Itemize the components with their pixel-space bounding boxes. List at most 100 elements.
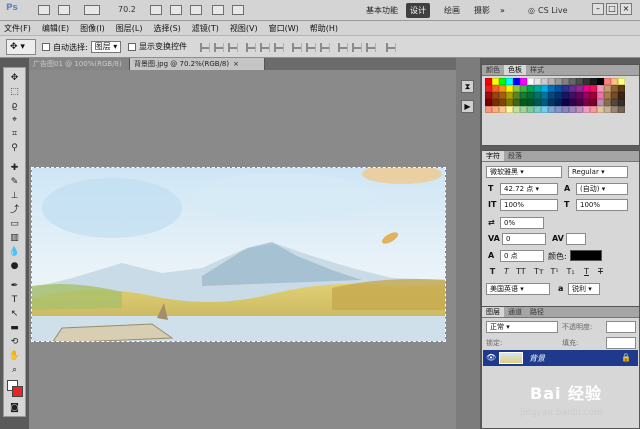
color-swatch[interactable] xyxy=(590,78,597,85)
color-swatch[interactable] xyxy=(513,78,520,85)
tab-paths[interactable]: 路径 xyxy=(526,307,548,317)
layer-row-background[interactable]: 👁 背景 🔒 xyxy=(483,350,638,366)
font-style-select[interactable]: Regular ▾ xyxy=(568,166,628,178)
color-swatch[interactable] xyxy=(590,99,597,106)
color-swatch[interactable] xyxy=(534,92,541,99)
tab-layers[interactable]: 图层 xyxy=(482,307,504,317)
color-swatch[interactable] xyxy=(534,85,541,92)
color-swatch[interactable] xyxy=(548,106,555,113)
color-swatch[interactable] xyxy=(569,85,576,92)
color-swatch[interactable] xyxy=(492,85,499,92)
lasso-tool-icon[interactable]: ϱ xyxy=(7,100,22,112)
strikethrough-button[interactable]: T xyxy=(596,267,605,277)
move-tool-icon[interactable]: ✥ xyxy=(7,72,22,84)
faux-bold-button[interactable]: T xyxy=(488,267,497,277)
baseline-shift-field[interactable]: 0 点 xyxy=(500,250,544,262)
auto-align-icon[interactable] xyxy=(386,43,396,52)
menu-help[interactable]: 帮助(H) xyxy=(310,23,338,34)
kerning-field[interactable]: 0 xyxy=(502,233,546,245)
color-swatch[interactable] xyxy=(485,85,492,92)
menu-select[interactable]: 选择(S) xyxy=(153,23,180,34)
dodge-tool-icon[interactable]: ● xyxy=(7,260,22,272)
color-swatch[interactable] xyxy=(562,92,569,99)
hand-tool-icon[interactable] xyxy=(150,5,162,15)
distribute-left-icon[interactable] xyxy=(338,43,348,52)
foreground-color-swatch[interactable] xyxy=(12,386,23,397)
color-swatch[interactable] xyxy=(548,85,555,92)
color-swatch[interactable] xyxy=(513,106,520,113)
color-swatch[interactable] xyxy=(499,85,506,92)
tab-channels[interactable]: 通道 xyxy=(504,307,526,317)
zoom-tool-icon[interactable] xyxy=(170,5,182,15)
color-swatch[interactable] xyxy=(541,99,548,106)
color-swatch[interactable] xyxy=(527,106,534,113)
document-image[interactable] xyxy=(31,167,446,342)
color-swatch[interactable] xyxy=(611,99,618,106)
distribute-bottom-icon[interactable] xyxy=(320,43,330,52)
color-swatch[interactable] xyxy=(485,106,492,113)
color-swatch[interactable] xyxy=(562,106,569,113)
tool-preset-picker[interactable]: ✥ ▾ xyxy=(6,39,36,55)
menu-image[interactable]: 图像(I) xyxy=(80,23,105,34)
color-swatch[interactable] xyxy=(541,78,548,85)
menu-filter[interactable]: 滤镜(T) xyxy=(192,23,219,34)
tab-swatches[interactable]: 色板 xyxy=(504,65,526,75)
color-swatch[interactable] xyxy=(569,106,576,113)
color-swatch[interactable] xyxy=(611,78,618,85)
blur-tool-icon[interactable]: 💧 xyxy=(7,246,22,258)
color-swatch[interactable] xyxy=(520,85,527,92)
tracking-field[interactable]: 0% xyxy=(500,217,544,229)
history-brush-tool-icon[interactable]: ⤴ xyxy=(7,204,22,216)
quick-select-tool-icon[interactable]: ⌖ xyxy=(7,114,22,126)
tab-ad-image[interactable]: 广告图01 @ 100%(RGB/8) xyxy=(29,58,130,70)
blend-mode-select[interactable]: 正常 ▾ xyxy=(486,321,558,333)
close-button[interactable]: × xyxy=(620,3,632,15)
tab-background-image[interactable]: 背景图.jpg @ 70.2%(RGB/8) × xyxy=(130,58,265,70)
color-swatch[interactable] xyxy=(506,99,513,106)
color-swatch[interactable] xyxy=(485,99,492,106)
path-select-tool-icon[interactable]: ↖ xyxy=(7,308,22,320)
color-swatch[interactable] xyxy=(520,78,527,85)
horizontal-scale-field[interactable]: 100% xyxy=(576,199,628,211)
color-swatch[interactable] xyxy=(562,85,569,92)
workspace-more-icon[interactable]: » xyxy=(500,6,505,15)
color-swatch[interactable] xyxy=(492,99,499,106)
shape-tool-icon[interactable]: ▬ xyxy=(7,322,22,334)
color-swatch[interactable] xyxy=(597,85,604,92)
close-tab-icon[interactable]: × xyxy=(233,60,239,68)
language-select[interactable]: 美国英语 ▾ xyxy=(486,283,550,295)
minibridge-icon[interactable] xyxy=(58,5,70,15)
hand-tool-icon[interactable]: ✋ xyxy=(7,350,22,362)
gradient-tool-icon[interactable]: ▥ xyxy=(7,232,22,244)
minimize-button[interactable]: – xyxy=(592,3,604,15)
color-swatch[interactable] xyxy=(576,99,583,106)
align-top-icon[interactable] xyxy=(200,43,210,52)
color-swatch[interactable] xyxy=(597,92,604,99)
arrange-documents-icon[interactable] xyxy=(212,5,224,15)
color-swatch[interactable] xyxy=(562,99,569,106)
eraser-tool-icon[interactable]: ▭ xyxy=(7,218,22,230)
color-swatch[interactable] xyxy=(499,106,506,113)
color-swatch[interactable] xyxy=(520,106,527,113)
color-swatch[interactable] xyxy=(527,85,534,92)
small-caps-button[interactable]: Tт xyxy=(534,267,544,277)
3d-rotate-tool-icon[interactable]: ⟲ xyxy=(7,336,22,348)
menu-edit[interactable]: 编辑(E) xyxy=(42,23,69,34)
text-color-swatch[interactable] xyxy=(570,250,602,261)
color-swatch[interactable] xyxy=(590,92,597,99)
color-swatch[interactable] xyxy=(597,99,604,106)
color-swatch[interactable] xyxy=(513,92,520,99)
color-swatch[interactable] xyxy=(576,78,583,85)
tab-color[interactable]: 颜色 xyxy=(482,65,504,75)
color-swatch[interactable] xyxy=(590,106,597,113)
auto-select-checkbox[interactable] xyxy=(42,43,50,51)
color-swatch[interactable] xyxy=(555,85,562,92)
actions-panel-icon[interactable]: ▶ xyxy=(461,100,474,113)
color-swatch[interactable] xyxy=(618,85,625,92)
zoom-level-readout[interactable]: 70.2 xyxy=(118,5,136,14)
color-swatch[interactable] xyxy=(492,92,499,99)
color-swatch[interactable] xyxy=(597,106,604,113)
tab-paragraph[interactable]: 段落 xyxy=(504,151,526,161)
distribute-right-icon[interactable] xyxy=(366,43,376,52)
superscript-button[interactable]: T¹ xyxy=(550,267,559,277)
